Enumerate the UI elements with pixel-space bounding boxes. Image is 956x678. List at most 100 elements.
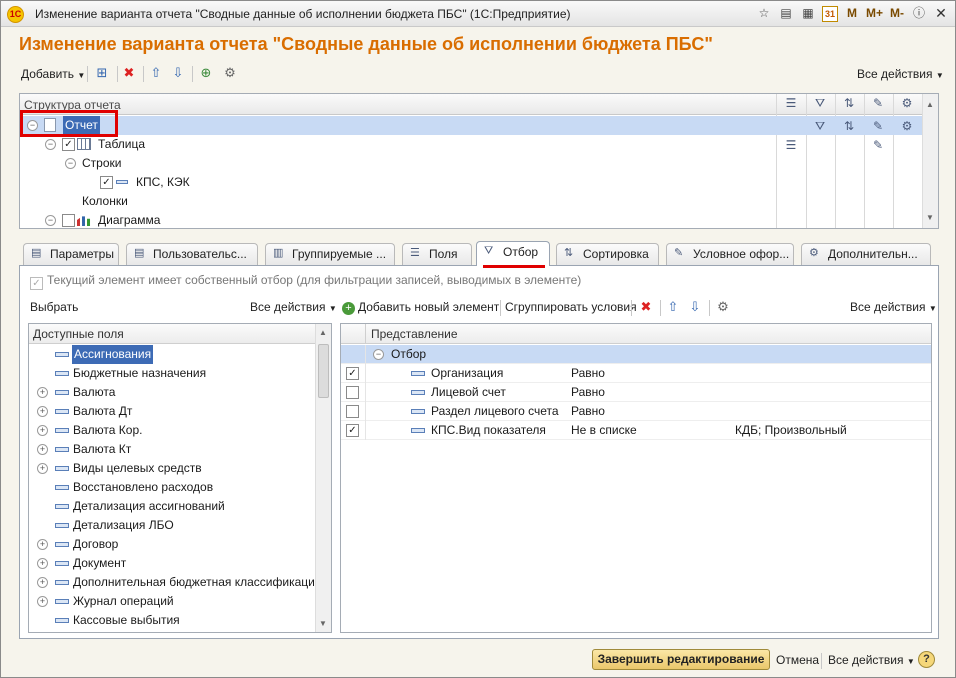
select-button[interactable]: Выбрать [30,298,78,316]
tab-conditional-format[interactable]: ✎ Условное офор... [666,243,794,265]
title-bar[interactable]: 1С Изменение варианта отчета "Сводные да… [1,1,955,27]
list-item[interactable]: Бюджетные назначения [29,364,315,383]
scroll-down-icon[interactable]: ▼ [926,213,934,222]
collapse-icon[interactable]: − [27,120,38,131]
expand-icon[interactable]: + [37,596,48,607]
list-item[interactable]: Детализация ЛБО [29,516,315,535]
move-condition-up-icon[interactable]: ⇧ [664,298,682,316]
condition-use-checkbox[interactable]: ✓ [346,367,359,380]
expand-icon[interactable]: + [37,444,48,455]
filter-all-actions-button[interactable]: Все действия ▼ [850,298,937,316]
condition-comparison[interactable]: Равно [571,383,605,402]
fields-all-actions-button[interactable]: Все действия ▼ [250,298,337,316]
report-structure-tree[interactable]: Структура отчета ☰ ⛛ ⇅ ✎ ⚙ − Отчет ⛛ ⇅ ✎… [19,93,939,229]
cancel-button[interactable]: Отмена [776,651,819,669]
info-icon[interactable]: ⓘ [911,5,927,22]
delete-icon[interactable]: ✖ [120,64,138,82]
own-filter-checkbox[interactable]: ✓ [30,277,43,290]
structure-scrollbar[interactable]: ▲ ▼ [922,94,938,228]
collapse-icon[interactable]: − [65,158,76,169]
favorite-star-icon[interactable]: ☆ [756,5,772,22]
available-fields-list[interactable]: Доступные поля Ассигнования Бюджетные наз… [28,323,332,633]
condition-use-checkbox[interactable]: ✓ [346,424,359,437]
tab-parameters[interactable]: ▤ Параметры [23,243,119,265]
memory-m-button[interactable]: M [844,5,860,22]
extra-settings-column-icon[interactable]: ⚙ [897,96,917,113]
settings-gear-icon[interactable]: ⚙ [221,64,239,82]
list-item[interactable]: + Договор [29,535,315,554]
list-item[interactable]: + Валюта Кор. [29,421,315,440]
expand-icon[interactable]: + [37,577,48,588]
tree-row-report[interactable]: − Отчет ⛛ ⇅ ✎ ⚙ [20,116,938,135]
tree-row-chart[interactable]: − Диаграмма [20,211,776,230]
sort-column-icon[interactable]: ⇅ [839,96,859,113]
tree-row-columns[interactable]: Колонки [20,192,776,211]
memory-minus-button[interactable]: M- [889,5,905,22]
list-icon[interactable]: ▤ [778,5,794,22]
scroll-down-icon[interactable]: ▼ [319,619,327,628]
list-item[interactable]: Кассовые выбытия [29,611,315,630]
condition-field[interactable]: Раздел лицевого счета [431,402,559,421]
fields-column-icon[interactable]: ☰ [781,96,801,113]
footer-all-actions-button[interactable]: Все действия ▼ [828,651,915,669]
list-item[interactable]: + Журнал операций [29,592,315,611]
tree-row-checkbox[interactable] [62,214,75,227]
expand-icon[interactable]: + [37,406,48,417]
condition-field[interactable]: Лицевой счет [431,383,506,402]
table-row[interactable]: ✓ КПС.Вид показателя Не в списке КДБ; Произ… [341,421,931,440]
calendar-icon[interactable]: 31 [821,5,838,22]
memory-plus-button[interactable]: M+ [866,5,883,22]
condition-value[interactable]: КДБ; Произвольный [735,421,847,440]
condition-comparison[interactable]: Равно [571,364,605,383]
all-actions-button[interactable]: Все действия ▼ [857,65,944,83]
conditional-format-column-icon[interactable]: ✎ [868,96,888,113]
collapse-icon[interactable]: − [45,139,56,150]
list-item[interactable]: Детализация ассигнований [29,497,315,516]
expand-icon[interactable]: + [37,539,48,550]
extra-settings-cell-icon[interactable]: ⚙ [897,117,917,134]
tab-fields[interactable]: ☰ Поля [402,243,472,265]
list-item[interactable]: + Валюта Кт [29,440,315,459]
tree-row-table[interactable]: − ✓ Таблица ☰ ✎ [20,135,883,154]
group-conditions-button[interactable]: Сгруппировать условия [505,298,637,316]
expand-icon[interactable]: + [37,425,48,436]
delete-condition-icon[interactable]: ✖ [637,298,655,316]
condition-use-checkbox[interactable] [346,386,359,399]
list-item[interactable]: + Документ [29,554,315,573]
tree-row-grouping[interactable]: ✓ КПС, КЭК [20,173,776,192]
move-down-icon[interactable]: ⇩ [169,64,187,82]
filter-conditions-list[interactable]: Представление − Отбор ✓ Организация Равно Л… [340,323,932,633]
list-item[interactable]: + Валюта [29,383,315,402]
app-logo-icon[interactable]: 1С [7,6,24,23]
add-button[interactable]: Добавить ▼ [21,65,85,83]
help-button[interactable]: ? [918,651,935,668]
tree-row-checkbox[interactable]: ✓ [62,138,75,151]
fields-cell-icon[interactable]: ☰ [781,136,801,153]
filter-cell-icon[interactable]: ⛛ [810,117,830,134]
table-row[interactable]: ✓ Организация Равно [341,364,931,383]
group-icon[interactable]: ⊞ [93,64,111,82]
condition-field[interactable]: КПС.Вид показателя [431,421,546,440]
list-item[interactable]: + Виды целевых средств [29,459,315,478]
tree-row-checkbox[interactable]: ✓ [100,176,113,189]
add-settings-icon[interactable]: ⊕ [197,64,215,82]
condition-use-checkbox[interactable] [346,405,359,418]
own-filter-option[interactable]: ✓ Текущий элемент имеет собственный отбор… [30,273,581,290]
list-item[interactable]: Восстановлено расходов [29,478,315,497]
available-fields-scrollbar[interactable]: ▲ ▼ [315,324,331,632]
sort-cell-icon[interactable]: ⇅ [839,117,859,134]
tab-user-fields[interactable]: ▤ Пользовательс... [126,243,258,265]
tree-row-rows[interactable]: − Строки [20,154,776,173]
tab-filter[interactable]: ⛛ Отбор [476,241,550,266]
tab-grouping[interactable]: ▥ Группируемые ... [265,243,395,265]
condition-comparison[interactable]: Равно [571,402,605,421]
condition-settings-icon[interactable]: ⚙ [714,298,732,316]
list-item[interactable]: + Валюта Дт [29,402,315,421]
finish-editing-button[interactable]: Завершить редактирование [592,649,770,670]
list-item[interactable]: + Дополнительная бюджетная классификация [29,573,321,592]
conditional-format-cell-icon[interactable]: ✎ [868,117,888,134]
calculator-icon[interactable]: ▦ [800,5,816,22]
expand-icon[interactable]: + [37,463,48,474]
condition-comparison[interactable]: Не в списке [571,421,637,440]
close-icon[interactable]: ✕ [933,5,949,22]
